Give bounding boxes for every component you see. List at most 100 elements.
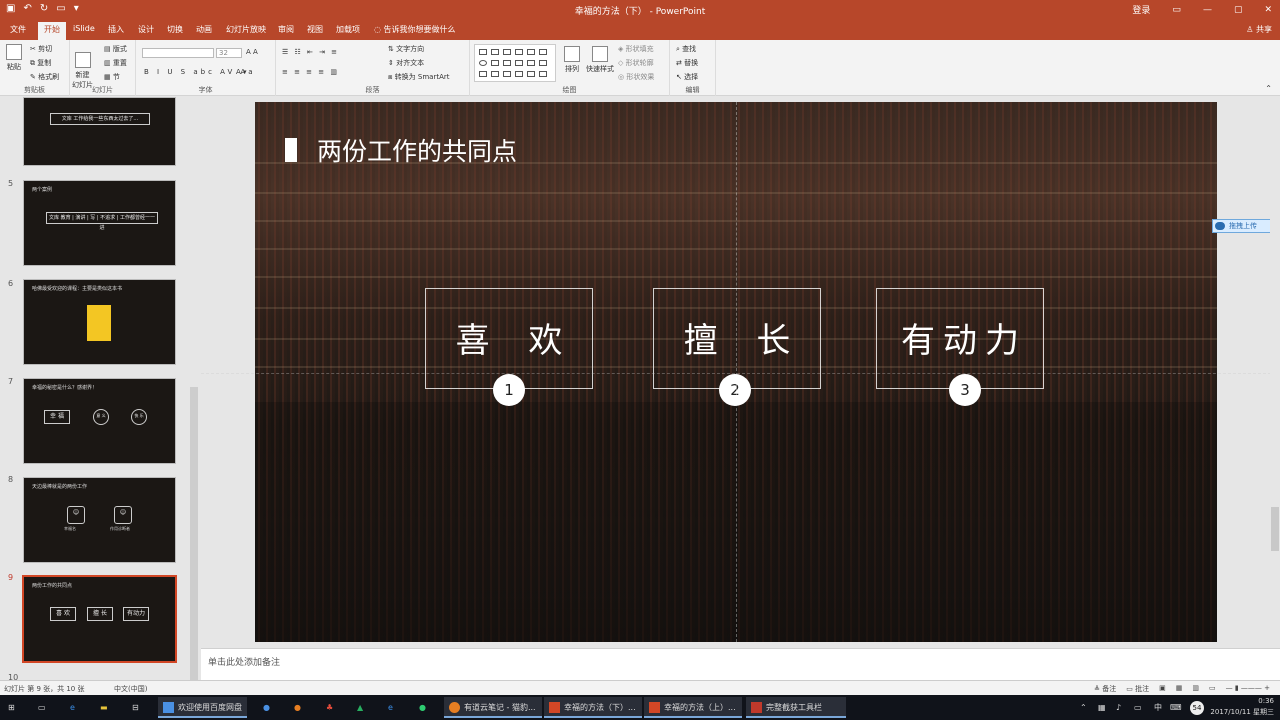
number-badge-1[interactable]: 1 — [493, 374, 525, 406]
new-slide-button[interactable]: 新建 幻灯片 — [72, 44, 93, 90]
smartart-button[interactable]: ⧈ 转换为 SmartArt — [388, 72, 450, 82]
number-badge-3[interactable]: 3 — [949, 374, 981, 406]
login-link[interactable]: 登录 — [1132, 3, 1150, 16]
tab-review[interactable]: 审阅 — [278, 24, 294, 35]
app-icon-green-circle[interactable]: ● — [419, 700, 426, 716]
tab-insert[interactable]: 插入 — [108, 24, 124, 35]
zoom-slider[interactable]: — ▮ ——— + — [1226, 684, 1270, 694]
align-text-button[interactable]: ⇕ 对齐文本 — [388, 58, 424, 68]
youdao-icon — [449, 702, 460, 713]
task-view-icon[interactable]: ▭ — [38, 700, 46, 716]
horizontal-guide[interactable] — [201, 373, 1271, 374]
volume-icon[interactable]: ♪ — [1116, 700, 1121, 716]
minimize-icon[interactable]: — — [1203, 5, 1212, 15]
taskbar-app-ppt-1[interactable]: 幸福的方法（上）... — [644, 697, 742, 718]
close-icon[interactable]: ✕ — [1264, 5, 1272, 15]
network-icon[interactable]: ▦ — [1098, 700, 1106, 716]
vertical-guide[interactable] — [736, 102, 737, 642]
slide-title[interactable]: 两份工作的共同点 — [317, 132, 517, 168]
list-buttons[interactable]: ☰ ☷ ⇤ ⇥ ≡ — [282, 48, 339, 56]
slideshow-view-icon[interactable]: ▭ — [1209, 684, 1216, 694]
slide-thumbnail-8[interactable]: 天边最棒就是的两份工作 ☺ ☺ 幸福名 作用诊断者 — [23, 477, 176, 563]
tab-islide[interactable]: iSlide — [73, 24, 95, 33]
font-size-field[interactable]: 32 — [216, 48, 242, 58]
paste-button[interactable]: 粘贴 — [6, 44, 22, 72]
canvas-scroll-thumb[interactable] — [1271, 507, 1279, 551]
tab-slideshow[interactable]: 幻灯片放映 — [226, 24, 266, 35]
edge-icon[interactable]: e — [70, 700, 75, 716]
keyboard-icon[interactable]: ⌨ — [1170, 700, 1182, 716]
section-button[interactable]: ▦ 节 — [104, 72, 120, 82]
firefox-icon[interactable]: ● — [294, 700, 301, 716]
arrange-button[interactable]: 排列 — [564, 46, 580, 74]
tray-chevron-icon[interactable]: ⌃ — [1080, 700, 1087, 716]
tab-file[interactable]: 文件 — [10, 24, 26, 35]
quick-styles-label: 快速样式 — [586, 65, 614, 73]
tab-home[interactable]: 开始 — [38, 22, 66, 40]
slide-thumbnail-6[interactable]: 哈佛最受欢迎的课程：主要是类似这本书 — [23, 279, 176, 365]
store-icon[interactable]: ⊟ — [132, 700, 139, 716]
thumbnail-scrollbar[interactable] — [190, 387, 198, 687]
notes-pane[interactable]: 单击此处添加备注 — [201, 648, 1280, 680]
thumb-8-title: 天边最棒就是的两份工作 — [32, 484, 88, 490]
find-button[interactable]: ⌕ 查找 — [676, 44, 696, 54]
share-button[interactable]: ♙ 共享 — [1246, 24, 1272, 35]
file-explorer-icon[interactable]: ▬ — [100, 700, 108, 716]
notes-toggle[interactable]: ≜ 备注 — [1094, 684, 1116, 694]
copy-button[interactable]: ⧉ 复制 — [30, 58, 51, 68]
slide-thumbnail-4[interactable]: 文库 工作给我一些东西太过去了... — [23, 97, 176, 166]
slide-thumbnail-7[interactable]: 幸福的秘密是什么？感谢界！ 幸 福 意 义 快 乐 — [23, 378, 176, 464]
powerpoint-icon — [549, 702, 560, 713]
taskbar-app-capture[interactable]: 完整截获工具栏 — [746, 697, 846, 718]
search-app-icon[interactable]: ● — [263, 700, 270, 716]
notes-placeholder: 单击此处添加备注 — [208, 658, 281, 668]
slide-sorter-icon[interactable]: ▦ — [1176, 684, 1183, 694]
align-buttons[interactable]: ≡ ≡ ≡ ≡ ▥ — [282, 68, 339, 76]
tab-view[interactable]: 视图 — [307, 24, 323, 35]
cut-button[interactable]: ✂ 剪切 — [30, 44, 52, 54]
app-icon-red[interactable]: ♣ — [326, 700, 333, 716]
reading-view-icon[interactable]: ▥ — [1192, 684, 1199, 694]
taskbar-app-baidu[interactable]: 欢迎使用百度网盘 — [158, 697, 247, 718]
battery-icon[interactable]: ▭ — [1134, 700, 1142, 716]
comments-toggle[interactable]: ▭ 批注 — [1126, 684, 1149, 694]
shape-outline-button[interactable]: ◇ 形状轮廓 — [618, 58, 654, 68]
text-direction-button[interactable]: ⇅ 文字方向 — [388, 44, 424, 54]
normal-view-icon[interactable]: ▣ — [1159, 684, 1166, 694]
tell-me-search[interactable]: ◌ 告诉我你想要做什么 — [374, 24, 456, 35]
ime-indicator[interactable]: 中 — [1154, 700, 1162, 716]
title-accent-bar — [285, 138, 297, 162]
shape-effects-button[interactable]: ◎ 形状效果 — [618, 72, 654, 82]
replace-button[interactable]: ⇄ 替换 — [676, 58, 698, 68]
taskbar-app-ppt-2[interactable]: 幸福的方法（下）... — [544, 697, 642, 718]
taskbar-app-youdao[interactable]: 有道云笔记 - 猫豹... — [444, 697, 542, 718]
layout-button[interactable]: ▤ 版式 — [104, 44, 127, 54]
font-color-icon[interactable]: A ▾ — [236, 68, 247, 76]
shape-fill-button[interactable]: ◈ 形状填充 — [618, 44, 654, 54]
grow-font-icon[interactable]: A A — [246, 48, 258, 56]
language-status[interactable]: 中文(中国) — [114, 684, 147, 694]
system-clock[interactable]: 0:36 2017/10/11 星期三 — [1210, 696, 1274, 718]
select-button[interactable]: ↖ 选择 — [676, 72, 698, 82]
tab-animations[interactable]: 动画 — [196, 24, 212, 35]
slide-thumbnail-9[interactable]: 两份工作的共同点 喜 欢 擅 长 有动力 — [22, 575, 177, 663]
font-name-field[interactable] — [142, 48, 214, 58]
collapse-ribbon-icon[interactable]: ⌃ — [1265, 84, 1272, 93]
notification-badge[interactable]: 54 — [1190, 701, 1204, 715]
slide-thumbnail-5[interactable]: 两个案例 文库 教育 | 演讲 | 写 | 不追求 | 工作都曾经一一进 — [23, 180, 176, 266]
tab-transitions[interactable]: 切换 — [167, 24, 183, 35]
shapes-gallery[interactable] — [474, 44, 556, 82]
reset-button[interactable]: ▥ 重置 — [104, 58, 127, 68]
quick-styles-button[interactable]: 快速样式 — [586, 46, 614, 74]
drag-upload-button[interactable]: 拖拽上传 — [1212, 219, 1276, 233]
tab-addins[interactable]: 加载项 — [336, 24, 360, 35]
ribbon-display-icon[interactable]: ▭ — [1172, 5, 1181, 15]
maximize-icon[interactable]: ▢ — [1234, 5, 1243, 15]
format-painter-button[interactable]: ✎ 格式刷 — [30, 72, 59, 82]
canvas-scrollbar[interactable] — [1270, 97, 1280, 647]
tab-design[interactable]: 设计 — [138, 24, 154, 35]
ie-icon[interactable]: e — [388, 700, 393, 716]
app-icon-green[interactable]: ▲ — [357, 700, 363, 716]
number-badge-2[interactable]: 2 — [719, 374, 751, 406]
windows-start-icon[interactable]: ⊞ — [8, 700, 15, 716]
